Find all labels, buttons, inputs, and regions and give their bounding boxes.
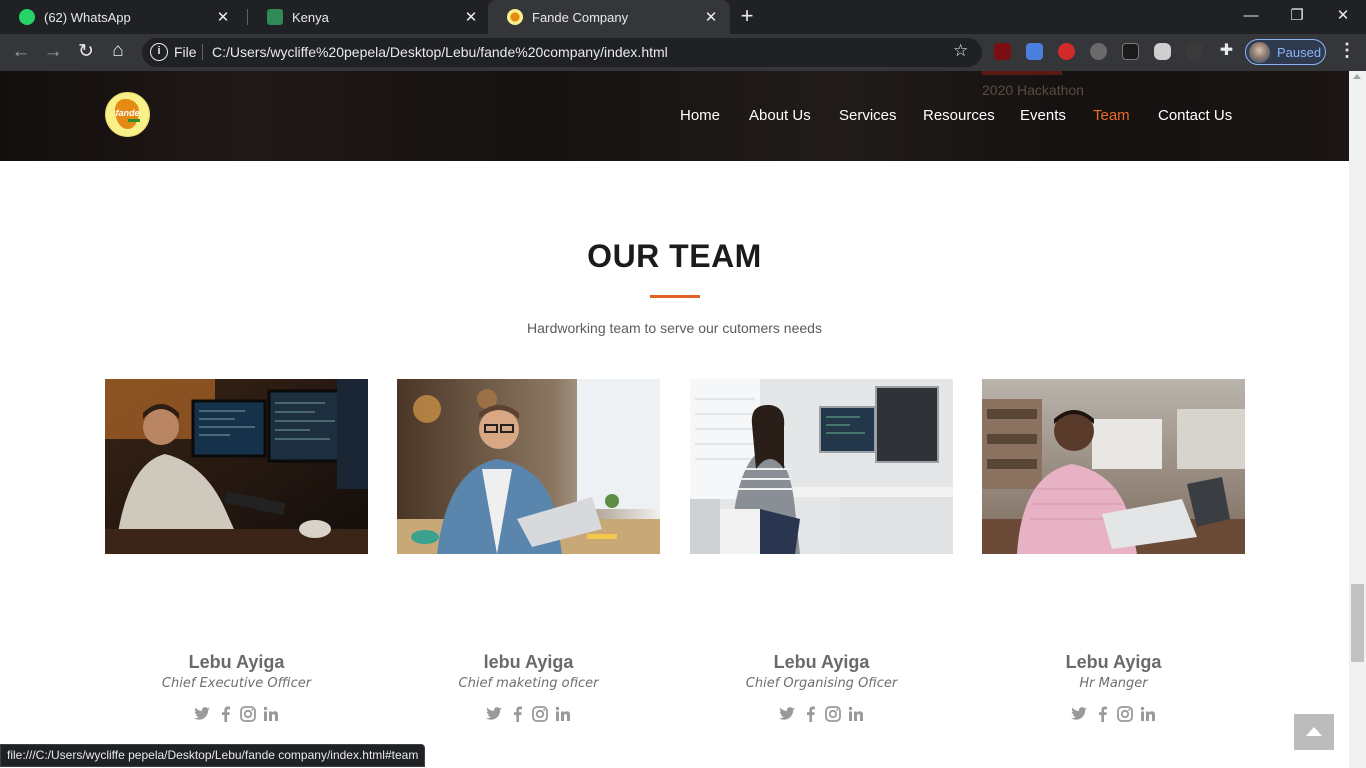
member-role: Hr Manger <box>1079 676 1148 691</box>
background-decoration <box>982 71 1062 75</box>
nav-about-us[interactable]: About Us <box>749 107 811 124</box>
linkedin-icon[interactable] <box>1140 705 1157 722</box>
avatar <box>1249 42 1270 63</box>
forward-arrow-icon[interactable]: → <box>41 41 65 65</box>
translate-extension-icon[interactable] <box>1026 43 1043 60</box>
tab-title: Kenya <box>292 9 329 25</box>
section-title: OUR TEAM <box>587 238 762 274</box>
back-to-top-button[interactable] <box>1294 714 1334 750</box>
facebook-icon[interactable] <box>1094 705 1111 722</box>
member-name: Lebu Ayiga <box>188 652 285 672</box>
scroll-up-arrow-icon[interactable] <box>1353 74 1361 79</box>
fande-logo-icon <box>507 9 523 25</box>
tab-fande-company[interactable]: Fande Company ✕ <box>488 0 730 34</box>
instagram-icon[interactable] <box>825 705 842 722</box>
disabled-extension-icon[interactable] <box>1186 43 1203 60</box>
member-name: Lebu Ayiga <box>1065 652 1162 672</box>
scrollbar-thumb[interactable] <box>1351 584 1364 662</box>
bookmark-star-icon[interactable]: ☆ <box>953 41 968 61</box>
tab-title: (62) WhatsApp <box>44 9 131 25</box>
logo-wordmark: fande <box>115 108 140 118</box>
member-name: Lebu Ayiga <box>773 652 870 672</box>
close-window-button[interactable]: ✕ <box>1320 0 1366 34</box>
twitter-icon[interactable] <box>486 705 503 722</box>
cube-extension-icon[interactable] <box>1122 43 1139 60</box>
back-arrow-icon[interactable]: ← <box>9 41 33 65</box>
tab-kenya[interactable]: Kenya ✕ <box>248 0 490 34</box>
instagram-icon[interactable] <box>532 705 549 722</box>
robot-extension-icon[interactable] <box>1154 43 1171 60</box>
nav-home[interactable]: Home <box>680 107 720 124</box>
member-photo <box>982 379 1245 554</box>
link-status-bubble: file:///C:/Users/wycliffe pepela/Desktop… <box>0 744 426 767</box>
member-photo <box>105 379 368 554</box>
site-logo[interactable]: fande <box>105 92 150 137</box>
restore-button[interactable]: ❐ <box>1274 0 1320 34</box>
extensions-puzzle-icon[interactable]: ✚ <box>1218 43 1235 60</box>
omnibox-divider <box>202 44 203 60</box>
twitter-icon[interactable] <box>779 705 796 722</box>
close-icon[interactable]: ✕ <box>702 8 720 26</box>
member-photo <box>690 379 953 554</box>
web-page: 2020 Hackathon fande Home About Us Servi… <box>0 71 1349 768</box>
sheets-icon <box>267 9 283 25</box>
close-icon[interactable]: ✕ <box>214 8 232 26</box>
ublock-extension-icon[interactable] <box>994 43 1011 60</box>
nav-services[interactable]: Services <box>839 107 897 124</box>
reload-icon[interactable]: ↻ <box>74 41 98 65</box>
tab-title: Fande Company <box>532 9 629 25</box>
minimize-button[interactable]: — <box>1228 0 1274 34</box>
twitter-icon[interactable] <box>194 705 211 722</box>
instagram-icon[interactable] <box>1117 705 1134 722</box>
chevron-up-icon <box>1306 727 1322 736</box>
nav-events[interactable]: Events <box>1020 107 1066 124</box>
linkedin-icon[interactable] <box>848 705 865 722</box>
title-underline <box>650 295 700 298</box>
member-role: Chief Executive Officer <box>161 676 312 691</box>
linkedin-icon[interactable] <box>263 705 280 722</box>
tab-whatsapp[interactable]: (62) WhatsApp ✕ <box>0 0 242 34</box>
nav-contact-us[interactable]: Contact Us <box>1158 107 1232 124</box>
profile-status: Paused <box>1277 45 1322 60</box>
home-icon[interactable]: ⌂ <box>106 40 130 64</box>
member-role: Chief maketing oficer <box>458 676 599 691</box>
social-links <box>982 705 1245 722</box>
linkedin-icon[interactable] <box>555 705 572 722</box>
menu-kebab-icon[interactable]: ⋮ <box>1338 40 1356 61</box>
info-icon[interactable]: i <box>150 43 168 61</box>
social-links <box>690 705 953 722</box>
instagram-icon[interactable] <box>240 705 257 722</box>
member-name: lebu Ayiga <box>483 652 574 672</box>
twitter-icon[interactable] <box>1071 705 1088 722</box>
page-scrollbar[interactable] <box>1349 71 1366 768</box>
close-icon[interactable]: ✕ <box>462 8 480 26</box>
adblock-extension-icon[interactable] <box>1058 43 1075 60</box>
member-photo <box>397 379 660 554</box>
whatsapp-icon <box>19 9 35 25</box>
member-role: Chief Organising Oficer <box>745 676 898 691</box>
nav-resources[interactable]: Resources <box>923 107 995 124</box>
wordpress-extension-icon[interactable] <box>1090 43 1107 60</box>
new-tab-button[interactable]: + <box>734 5 760 29</box>
facebook-icon[interactable] <box>802 705 819 722</box>
background-caption: 2020 Hackathon <box>982 82 1084 98</box>
social-links <box>105 705 368 722</box>
url-text[interactable]: C:/Users/wycliffe%20pepela/Desktop/Lebu/… <box>212 44 668 60</box>
site-header: 2020 Hackathon fande Home About Us Servi… <box>0 71 1349 161</box>
facebook-icon[interactable] <box>509 705 526 722</box>
facebook-icon[interactable] <box>217 705 234 722</box>
section-subtitle: Hardworking team to serve our cutomers n… <box>527 320 822 336</box>
scheme-label: File <box>174 44 197 60</box>
profile-button[interactable]: Paused <box>1245 39 1326 65</box>
nav-team[interactable]: Team <box>1093 107 1130 124</box>
tab-strip: (62) WhatsApp ✕ Kenya ✕ Fande Company ✕ … <box>0 0 1366 34</box>
social-links <box>397 705 660 722</box>
